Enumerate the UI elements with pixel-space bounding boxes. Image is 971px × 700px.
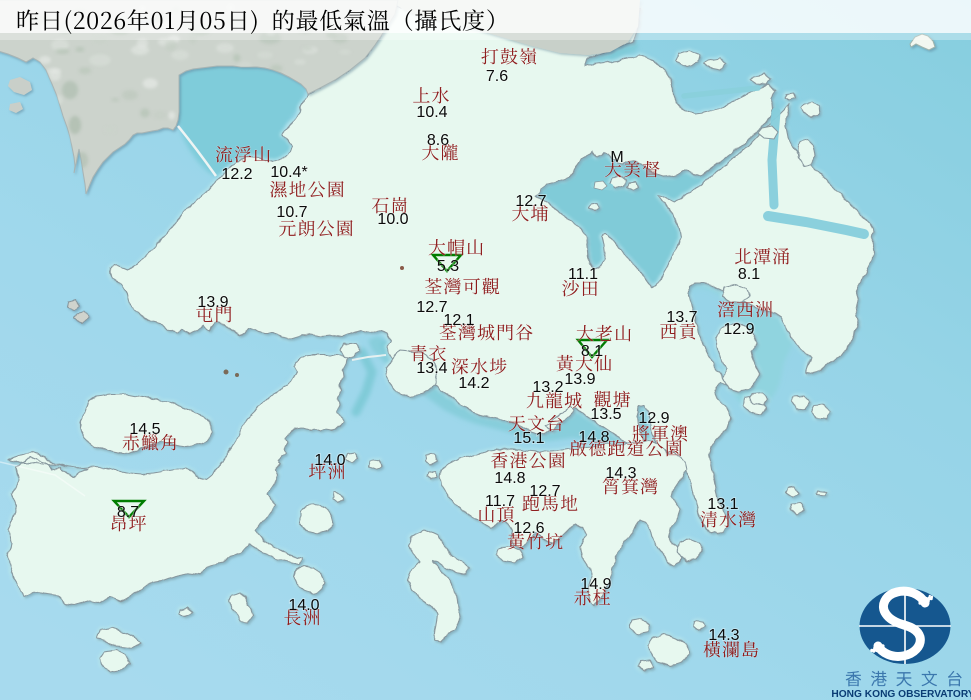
svg-text:15.1: 15.1 (513, 430, 544, 447)
svg-text:11.1: 11.1 (568, 266, 598, 283)
svg-text:10.7: 10.7 (276, 204, 307, 221)
svg-text:12.2: 12.2 (221, 166, 252, 183)
svg-text:8.1: 8.1 (738, 266, 760, 283)
svg-text:14.3: 14.3 (605, 465, 636, 482)
svg-text:14.8: 14.8 (494, 470, 525, 487)
svg-text:14.8: 14.8 (578, 429, 609, 446)
svg-text:12.9: 12.9 (723, 321, 754, 338)
svg-text:14.0: 14.0 (314, 452, 345, 469)
svg-text:8.7: 8.7 (117, 504, 139, 521)
svg-text:13.7: 13.7 (666, 309, 697, 326)
svg-text:14.9: 14.9 (580, 576, 611, 593)
svg-text:11.7: 11.7 (485, 493, 515, 510)
svg-text:12.1: 12.1 (443, 312, 474, 329)
svg-text:10.4*: 10.4* (270, 164, 307, 181)
svg-text:13.1: 13.1 (707, 496, 738, 513)
svg-text:13.2: 13.2 (532, 379, 563, 396)
svg-text:10.0: 10.0 (377, 211, 408, 228)
svg-text:14.5: 14.5 (129, 421, 160, 438)
svg-text:13.9: 13.9 (564, 371, 595, 388)
svg-text:HONG KONG OBSERVATORY: HONG KONG OBSERVATORY (831, 689, 971, 700)
svg-text:12.9: 12.9 (638, 410, 669, 427)
svg-text:7.6: 7.6 (486, 68, 508, 85)
svg-text:12.6: 12.6 (513, 520, 544, 537)
svg-text:13.4: 13.4 (416, 360, 447, 377)
svg-text:14.2: 14.2 (458, 375, 489, 392)
svg-text:14.0: 14.0 (288, 597, 319, 614)
svg-text:8.1: 8.1 (581, 343, 603, 360)
svg-text:14.3: 14.3 (708, 627, 739, 644)
svg-text:12.7: 12.7 (529, 483, 560, 500)
svg-text:12.7: 12.7 (515, 193, 546, 210)
svg-text:M: M (610, 149, 623, 166)
svg-text:13.9: 13.9 (197, 294, 228, 311)
svg-text:5.3: 5.3 (437, 258, 459, 275)
svg-text:8.6: 8.6 (427, 132, 449, 149)
svg-text:10.4: 10.4 (416, 104, 447, 121)
svg-text:13.5: 13.5 (590, 406, 621, 423)
